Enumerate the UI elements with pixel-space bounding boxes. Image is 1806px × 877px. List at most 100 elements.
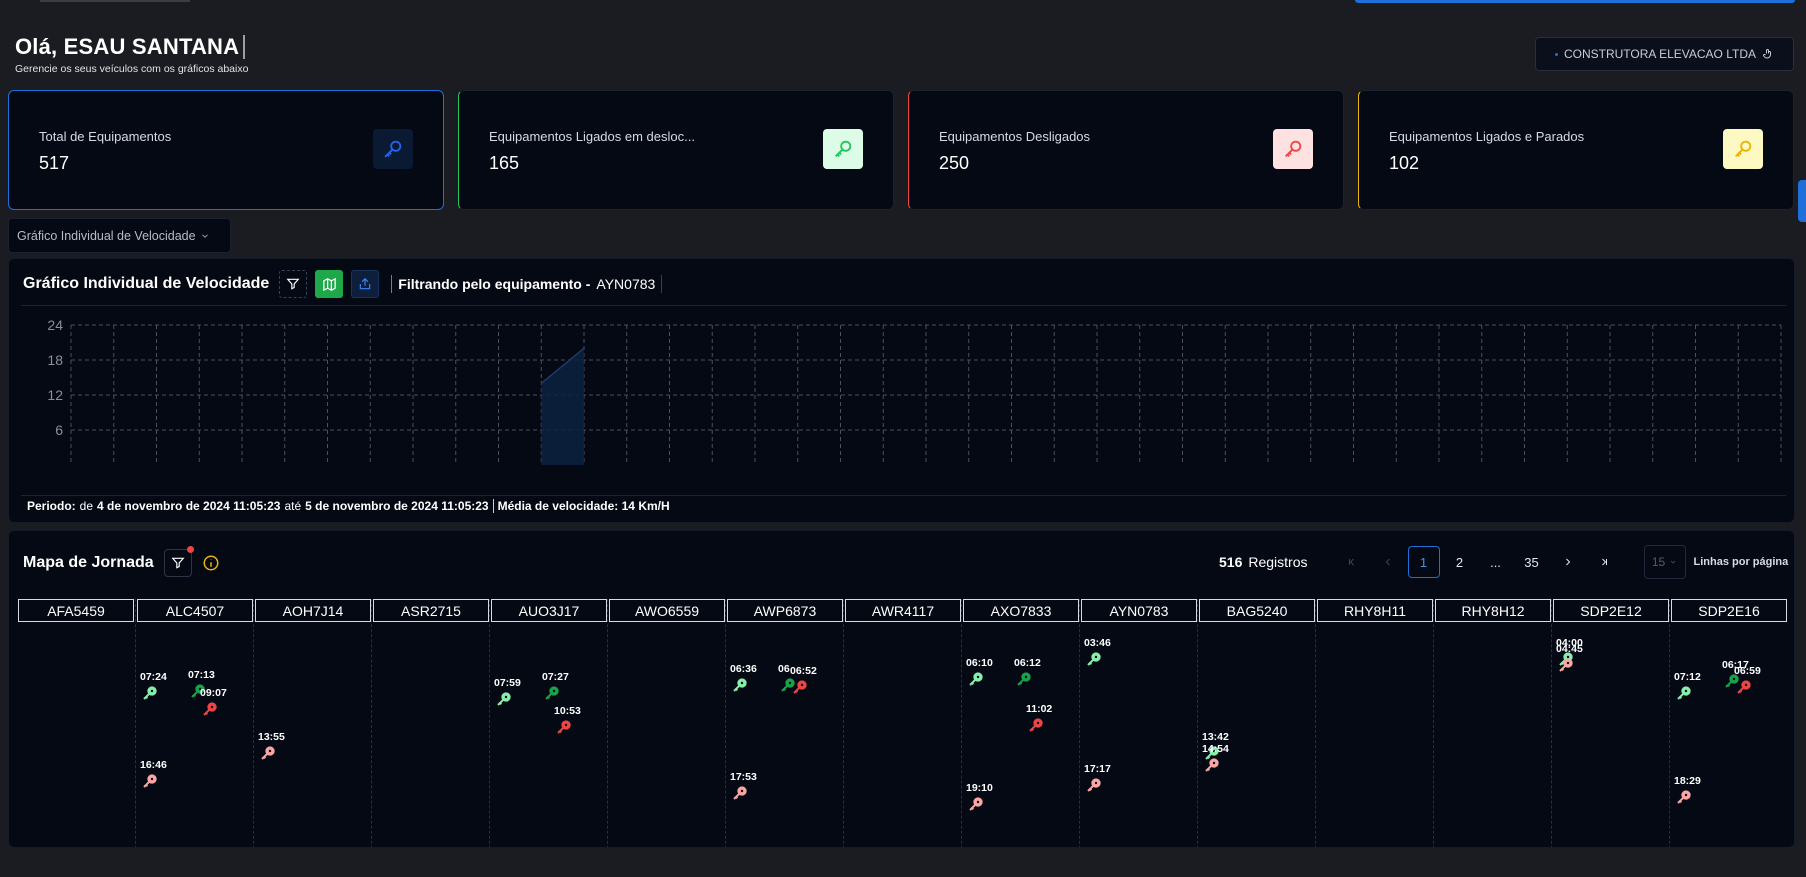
journey-column-header[interactable]: SDP2E16: [1671, 599, 1787, 622]
map-button[interactable]: [315, 270, 344, 298]
company-label: CONSTRUTORA ELEVACAO LTDA: [1563, 47, 1757, 61]
greeting: Olá, ESAU SANTANA Gerencie os seus veícu…: [15, 34, 248, 75]
prev-page-button[interactable]: [1372, 546, 1404, 578]
journey-column: AFA5459: [17, 599, 135, 847]
event-time: 06:59: [1734, 665, 1761, 677]
event-time: 13:42: [1202, 731, 1229, 743]
card-total-equipment[interactable]: Total de Equipamentos 517: [8, 90, 444, 210]
journey-column: AYN0783 03:46 17:17: [1079, 599, 1197, 847]
journey-columns: AFA5459 ALC4507 07:24 07:13 09:07 16:46 AOH7J1…: [17, 599, 1787, 847]
event-time: 07:12: [1674, 671, 1701, 683]
period-from-word: de: [79, 499, 94, 513]
chart-title: Gráfico Individual de Velocidade: [23, 275, 270, 292]
chart-type-select[interactable]: Gráfico Individual de Velocidade: [8, 218, 231, 253]
journey-column: AWR4117: [843, 599, 961, 847]
event-time: 06:36: [730, 663, 757, 675]
page-button-1[interactable]: 1: [1407, 546, 1440, 578]
journey-column-header[interactable]: AOH7J14: [255, 599, 371, 622]
card-value: 165: [489, 153, 520, 173]
journey-column-header[interactable]: BAG5240: [1199, 599, 1315, 622]
page-button-last[interactable]: 35: [1516, 546, 1548, 578]
journey-column: SDP2E16 07:12 06:17 06:59 18:29: [1669, 599, 1787, 847]
chart-header: Gráfico Individual de Velocidade Filtran…: [23, 269, 663, 299]
event-time: 14:54: [1202, 743, 1229, 755]
first-page-button[interactable]: [1336, 546, 1368, 578]
rows-per-page-select[interactable]: 15: [1643, 545, 1686, 579]
speed-chart: 6 12 18 24: [47, 317, 1782, 465]
last-page-button[interactable]: [1588, 546, 1620, 578]
key-icon: [823, 129, 863, 169]
key-icon: [1723, 129, 1763, 169]
card-equipment-moving[interactable]: Equipamentos Ligados em desloc... 165: [458, 90, 894, 210]
chevron-left-icon: [1385, 558, 1390, 566]
filter-button[interactable]: [279, 270, 308, 298]
event-time: 06:52: [790, 665, 817, 677]
page-ellipsis[interactable]: ...: [1480, 546, 1512, 578]
top-accent-bar: [1355, 0, 1795, 3]
filter-active-badge: [186, 546, 194, 553]
journey-column: AWP6873 06:36 06 06:52 17:53: [725, 599, 843, 847]
pagination: 516 Registros 1 2 ... 35 15 Linhas por pá…: [1219, 545, 1788, 579]
key-icon: [373, 129, 413, 169]
y-tick-label: 18: [47, 352, 63, 368]
company-dot-icon: [1554, 52, 1558, 56]
map-header: Mapa de Jornada: [23, 546, 220, 577]
journey-column-header[interactable]: AUO3J17: [491, 599, 607, 622]
card-value: 102: [1389, 153, 1420, 173]
period-label: Periodo:: [27, 499, 76, 513]
journey-column-header[interactable]: ALC4507: [137, 599, 253, 622]
event-time: 10:53: [554, 705, 581, 717]
event-time: 09:07: [200, 687, 227, 699]
average-speed: Média de velocidade: 14 Km/H: [497, 499, 670, 513]
card-equipment-off[interactable]: Equipamentos Desligados 250: [908, 90, 1344, 210]
next-page-button[interactable]: [1552, 546, 1584, 578]
journey-column-header[interactable]: AYN0783: [1081, 599, 1197, 622]
event-time: 19:10: [966, 782, 993, 794]
card-label: Equipamentos Desligados: [939, 129, 1091, 144]
journey-column-header[interactable]: AXO7833: [963, 599, 1079, 622]
journey-column-header[interactable]: AWP6873: [727, 599, 843, 622]
journey-column: BAG5240 13:42 14:54: [1197, 599, 1315, 847]
journey-column-header[interactable]: RHY8H11: [1317, 599, 1433, 622]
journey-column-header[interactable]: SDP2E12: [1553, 599, 1669, 622]
event-time: 03:46: [1084, 637, 1111, 649]
journey-column-header[interactable]: ASR2715: [373, 599, 489, 622]
page-scrollbar[interactable]: [1798, 180, 1806, 222]
records-count: 516 Registros: [1219, 554, 1308, 570]
filter-icon: [171, 557, 185, 569]
event-time: 06:10: [966, 657, 993, 669]
chevrons-right-icon: [1601, 558, 1607, 566]
y-tick-label: 6: [55, 422, 63, 438]
card-label: Equipamentos Ligados em desloc...: [489, 129, 695, 144]
top-tab-indicator: [40, 0, 190, 2]
card-value: 250: [939, 153, 970, 173]
company-selector-button[interactable]: CONSTRUTORA ELEVACAO LTDA: [1535, 37, 1794, 71]
info-icon[interactable]: [202, 554, 220, 572]
journey-column: ASR2715: [371, 599, 489, 847]
map-filter-button[interactable]: [163, 546, 194, 577]
event-time: 06:12: [1014, 657, 1041, 669]
event-time: 18:29: [1674, 775, 1701, 787]
share-icon: [360, 277, 371, 290]
export-button[interactable]: [351, 270, 380, 298]
period-to: 5 de novembro de 2024 11:05:23: [305, 499, 489, 513]
journey-column: AUO3J17 07:59 07:27 10:53: [489, 599, 607, 847]
journey-column-header[interactable]: AWO6559: [609, 599, 725, 622]
event-time: 07:13: [188, 669, 215, 681]
page-button-2[interactable]: 2: [1444, 546, 1476, 578]
journey-column-header[interactable]: AWR4117: [845, 599, 961, 622]
event-time: 17:17: [1084, 763, 1111, 775]
journey-column-header[interactable]: RHY8H12: [1435, 599, 1551, 622]
journey-column: AOH7J14 13:55: [253, 599, 371, 847]
card-label: Total de Equipamentos: [39, 129, 172, 144]
card-equipment-idle[interactable]: Equipamentos Ligados e Parados 102: [1358, 90, 1794, 210]
y-tick-label: 24: [47, 317, 63, 333]
journey-column: ALC4507 07:24 07:13 09:07 16:46: [135, 599, 253, 847]
chart-type-value: Gráfico Individual de Velocidade: [17, 228, 196, 243]
journey-column-header[interactable]: AFA5459: [18, 599, 134, 622]
chevrons-left-icon: [1348, 558, 1354, 566]
journey-map-panel: Mapa de Jornada 516Registros 1 2 ... 35: [8, 530, 1795, 848]
journey-column: AXO7833 06:10 06:12 11:02 19:10: [961, 599, 1079, 847]
chevron-down-icon: [1670, 560, 1676, 564]
journey-column: SDP2E12 04:00 04:45: [1551, 599, 1669, 847]
